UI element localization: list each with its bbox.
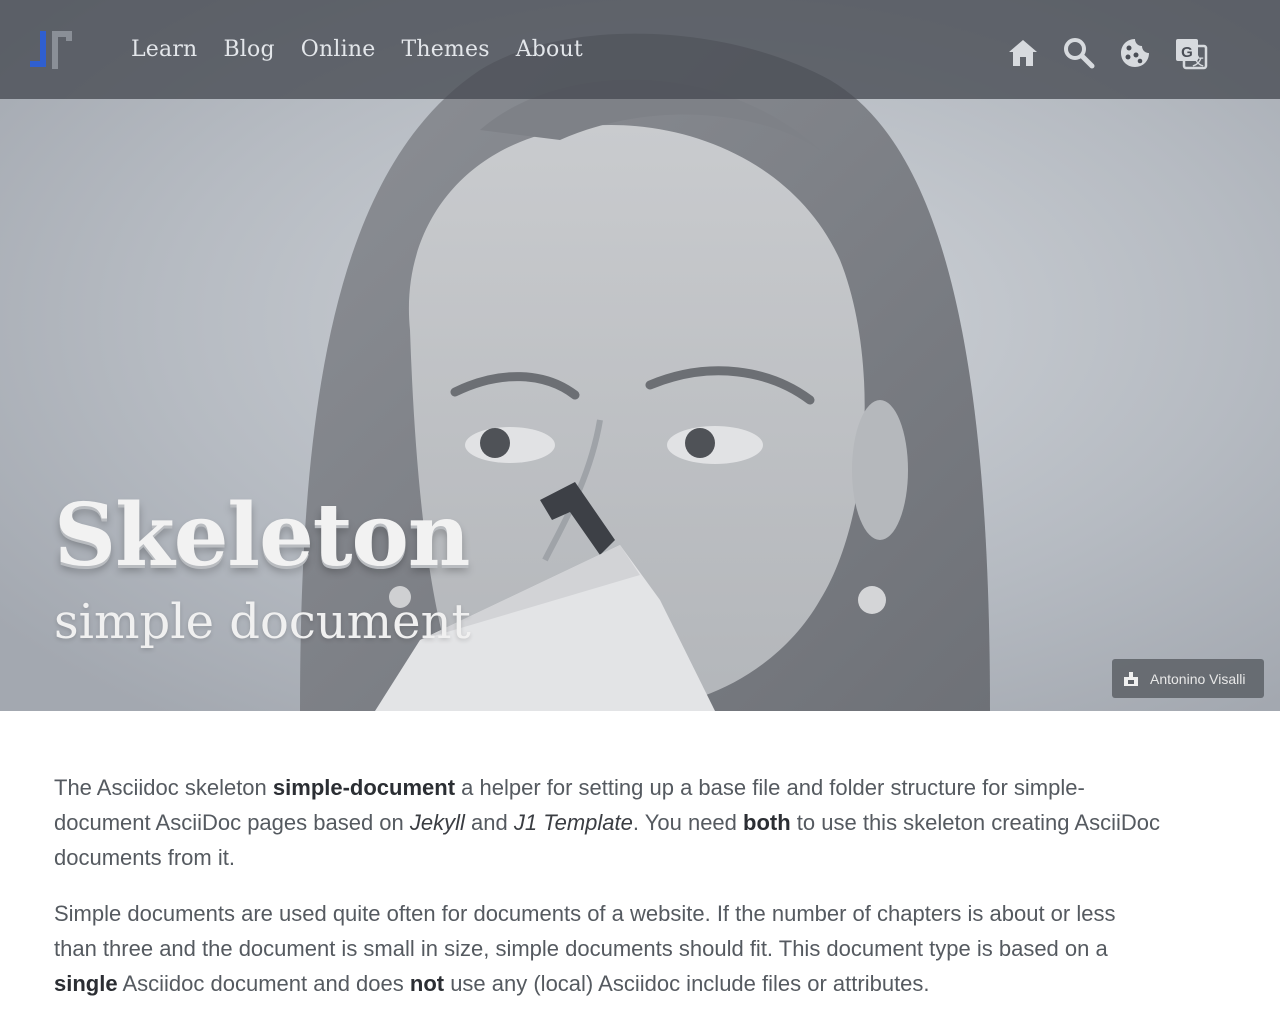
- nav-link-learn[interactable]: Learn: [131, 37, 197, 62]
- text-span: Asciidoc document and does: [117, 971, 410, 996]
- top-navbar: Learn Blog Online Themes About G 文: [0, 0, 1280, 99]
- text-span: than three and the document is small in …: [54, 936, 1108, 961]
- term-both: both: [743, 810, 791, 835]
- term-jekyll: Jekyll: [409, 810, 465, 835]
- term-simple-document: simple-document: [272, 775, 456, 800]
- text-span: to use this skeleton creating AsciiDoc: [790, 810, 1160, 835]
- text-span: . You need: [632, 810, 744, 835]
- text-span: Simple documents are used quite often fo…: [54, 901, 1116, 926]
- hero-subtitle: simple document: [54, 594, 471, 650]
- text-span: a helper for setting up a base file and …: [455, 775, 1085, 800]
- nav-icon-group: G 文: [1006, 33, 1208, 73]
- home-icon[interactable]: [1006, 36, 1040, 70]
- translate-icon[interactable]: G 文: [1174, 36, 1208, 70]
- text-span: and: [464, 810, 514, 835]
- text-span: The Asciidoc skeleton: [54, 775, 273, 800]
- nav-link-themes[interactable]: Themes: [401, 37, 489, 62]
- article-content: The Asciidoc skeleton simple-document a …: [54, 770, 1234, 1015]
- hero-banner: Learn Blog Online Themes About G 文 Skele…: [0, 0, 1280, 711]
- cookie-icon[interactable]: [1118, 36, 1152, 70]
- photo-credit-name: Antonino Visalli: [1150, 670, 1246, 687]
- text-span: documents from it.: [54, 845, 235, 870]
- nav-link-blog[interactable]: Blog: [223, 37, 274, 62]
- svg-text:G: G: [1181, 44, 1193, 61]
- text-span: use any (local) Asciidoc include files o…: [444, 971, 930, 996]
- svg-text:文: 文: [1193, 54, 1205, 68]
- main-nav: Learn Blog Online Themes About: [131, 0, 583, 99]
- text-span: document AsciiDoc pages based on: [54, 810, 410, 835]
- nav-link-online[interactable]: Online: [301, 37, 376, 62]
- intro-paragraph: The Asciidoc skeleton simple-document a …: [54, 770, 1234, 875]
- description-paragraph: Simple documents are used quite often fo…: [54, 896, 1234, 1001]
- camera-icon: [1124, 671, 1138, 686]
- hero-title: Skeleton: [54, 485, 470, 586]
- search-icon[interactable]: [1062, 36, 1096, 70]
- nav-link-about[interactable]: About: [516, 37, 583, 62]
- term-j1-template: J1 Template: [513, 810, 633, 835]
- term-not: not: [409, 971, 445, 996]
- brand-logo[interactable]: [26, 27, 76, 73]
- photo-credit-badge[interactable]: Antonino Visalli: [1112, 659, 1264, 698]
- term-single: single: [54, 971, 118, 996]
